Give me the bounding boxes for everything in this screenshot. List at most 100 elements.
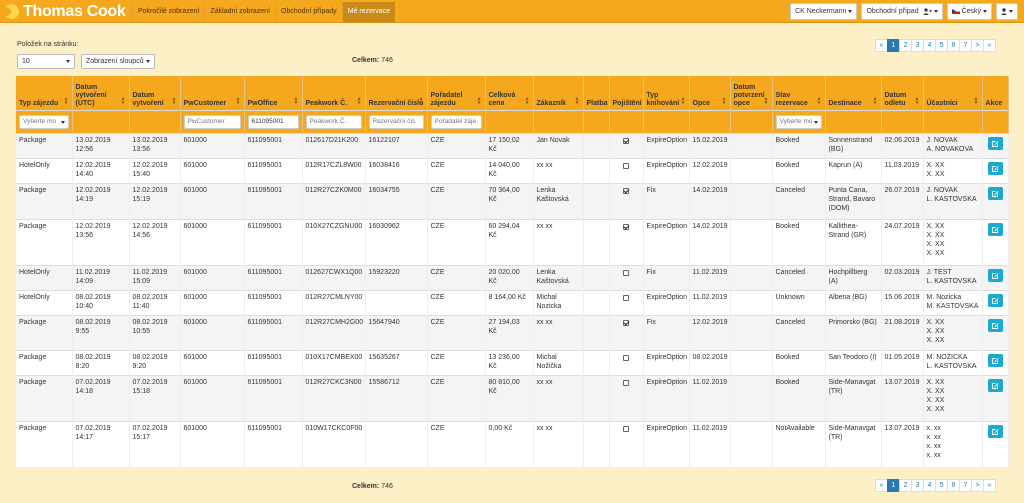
cell-odlet: 13.07.2019	[881, 374, 924, 421]
column-header[interactable]: Datum odletu ▲ ▼	[881, 76, 924, 110]
column-header[interactable]: Stav rezervace ▲ ▼	[772, 76, 826, 110]
cell-zak: xx xx	[533, 218, 584, 265]
cell-poj	[609, 289, 644, 315]
cell-dutc: 12.02.2019 13:56	[72, 218, 130, 265]
columns-visibility-button[interactable]: Zobrazení sloupců	[81, 54, 155, 69]
column-header[interactable]: PwOffice ▲ ▼	[244, 76, 303, 110]
edit-button[interactable]	[987, 293, 1003, 307]
cell-dutc: 12.02.2019 14:19	[72, 182, 130, 219]
edit-button[interactable]	[987, 353, 1003, 367]
column-header[interactable]: Pořadatel zájezdu ▲ ▼	[427, 76, 486, 110]
column-header[interactable]: Datum vytvoření ▲ ▼	[129, 76, 181, 110]
cell-odlet: 01.05.2019	[881, 349, 924, 375]
pagination-bottom: «1 2 3 4 5 6 7 >»	[875, 479, 996, 492]
cell-cust: 601000	[180, 182, 245, 219]
cell-ucast: X. XX X. XX	[923, 157, 983, 183]
cell-pw: 012627CWX1Q00	[302, 264, 366, 290]
cell-akce	[982, 314, 1009, 350]
brand-name: Thomas Cook	[23, 2, 126, 20]
brand-logo[interactable]: Thomas Cook	[4, 2, 126, 21]
cell-dpo	[730, 182, 773, 219]
filter-poradatel-input[interactable]: Pořadatel záje	[430, 114, 482, 129]
column-header-label: Datum odletu	[884, 91, 907, 107]
cell-pw: 012617D21K200	[302, 132, 366, 158]
cell-poj	[609, 157, 644, 183]
chevron-down-icon	[848, 9, 853, 13]
cell-dpo	[730, 157, 773, 183]
edit-button[interactable]	[987, 424, 1003, 438]
nav-link-2[interactable]: Obchodní případy	[275, 2, 342, 22]
cell-d: 08.02.2019 10:55	[129, 314, 181, 350]
filter-rezervace-input[interactable]: Rezervační čís	[368, 114, 424, 129]
column-header[interactable]: Peakwork Č. ▲ ▼	[302, 76, 366, 110]
cell-opce: 15.02.2019	[689, 132, 731, 158]
nav-link-3[interactable]: Mé rezervace	[341, 2, 396, 22]
column-header[interactable]: Zákazník ▲ ▼	[533, 76, 584, 110]
cell-dutc: 12.02.2019 14:40	[72, 157, 130, 183]
edit-button[interactable]	[987, 161, 1003, 175]
cell-plat	[583, 374, 610, 421]
total-value: 746	[381, 57, 393, 64]
cell-d: 07.02.2019 15:18	[129, 374, 181, 421]
filter-stav-select[interactable]: Vyberte mo	[775, 114, 822, 129]
cell-poj	[609, 264, 644, 290]
column-header[interactable]: Typ zájezdu ▲ ▼	[16, 76, 73, 110]
cell-ucast: x. xx x. xx x. xx x. xx	[923, 420, 983, 467]
filter-typ-select[interactable]: Vyberte mo	[19, 114, 69, 129]
cell-typk: Fix	[643, 314, 690, 350]
cell-office: 611095001	[244, 289, 303, 315]
insurance-checkbox	[623, 269, 629, 276]
language-dropdown[interactable]: Český	[946, 3, 992, 20]
cell-cena: 20 020,00 Kč	[485, 264, 534, 290]
column-header[interactable]: Datum potvrzení opce ▲ ▼	[730, 76, 773, 110]
cell-stav: Booked	[772, 132, 826, 158]
pagination-top: «1 2 3 4 5 6 7 >»	[875, 39, 996, 52]
column-header-label: PwCustomer	[183, 99, 227, 107]
filter-pwoffice-input[interactable]: 611095001	[247, 114, 299, 129]
cell-dutc: 11.02.2019 14:09	[72, 264, 130, 290]
per-page-select[interactable]: 10	[17, 54, 75, 69]
column-header[interactable]: Opce ▲ ▼	[689, 76, 731, 110]
column-header[interactable]: Destinace ▲ ▼	[825, 76, 882, 110]
page-link[interactable]: »	[983, 39, 996, 52]
column-header[interactable]: PwCustomer ▲ ▼	[180, 76, 245, 110]
cell-typk: ExpireOption	[643, 157, 690, 183]
page-link[interactable]: »	[983, 479, 996, 492]
cell-pw: 012R27CZK0M00	[302, 182, 366, 219]
cell-typk: ExpireOption	[643, 132, 690, 158]
edit-button[interactable]	[987, 268, 1003, 282]
edit-button[interactable]	[987, 186, 1003, 200]
filter-pwcustomer-input[interactable]: PwCustomer	[183, 114, 241, 129]
column-header[interactable]: Platba	[583, 76, 610, 110]
column-header-label: Datum vytvoření	[132, 91, 164, 107]
cell-pw: 012R27CMH2G00	[302, 314, 366, 350]
edit-button[interactable]	[987, 222, 1003, 236]
column-header[interactable]: Datum vytvoření (UTC) ▲ ▼	[72, 76, 130, 110]
company-dropdown[interactable]: CK Neckermann	[790, 3, 858, 20]
edit-button[interactable]	[987, 318, 1003, 332]
language-label: Český	[961, 8, 981, 15]
cell-plat	[583, 289, 610, 315]
user-menu-dropdown[interactable]	[996, 3, 1018, 20]
total-label: Celkem:	[352, 57, 380, 64]
cell-por: CZE	[427, 349, 486, 375]
column-header[interactable]: Typ knihování ▲ ▼	[643, 76, 690, 110]
table-row: HotelOnly 11.02.2019 14:09 11.02.2019 15:0…	[16, 264, 1009, 290]
cell-office: 611095001	[244, 218, 303, 265]
cell-typ: Package	[16, 132, 73, 158]
column-header[interactable]: Účastníci ▲ ▼	[923, 76, 983, 110]
nav-link-1[interactable]: Základní zobrazení	[204, 2, 275, 22]
business-case-dropdown[interactable]: Obchodní případ	[861, 3, 943, 20]
nav-link-0[interactable]: Pokročilé zobrazení	[132, 2, 204, 22]
edit-button[interactable]	[987, 378, 1003, 392]
edit-button[interactable]	[987, 136, 1003, 150]
cell-por: CZE	[427, 132, 486, 158]
cell-opce: 11.02.2019	[689, 420, 731, 467]
cell-typk: ExpireOption	[643, 218, 690, 265]
cell-akce	[982, 182, 1009, 219]
column-header[interactable]: Rezervační číslo ▲ ▼	[365, 76, 428, 110]
column-header[interactable]: Celková cena ▲ ▼	[485, 76, 534, 110]
cell-opce: 14.02.2019	[689, 182, 731, 219]
column-header[interactable]: Pojištění	[609, 76, 644, 110]
filter-peakwork-input[interactable]: Peakwork Č.	[305, 114, 362, 129]
